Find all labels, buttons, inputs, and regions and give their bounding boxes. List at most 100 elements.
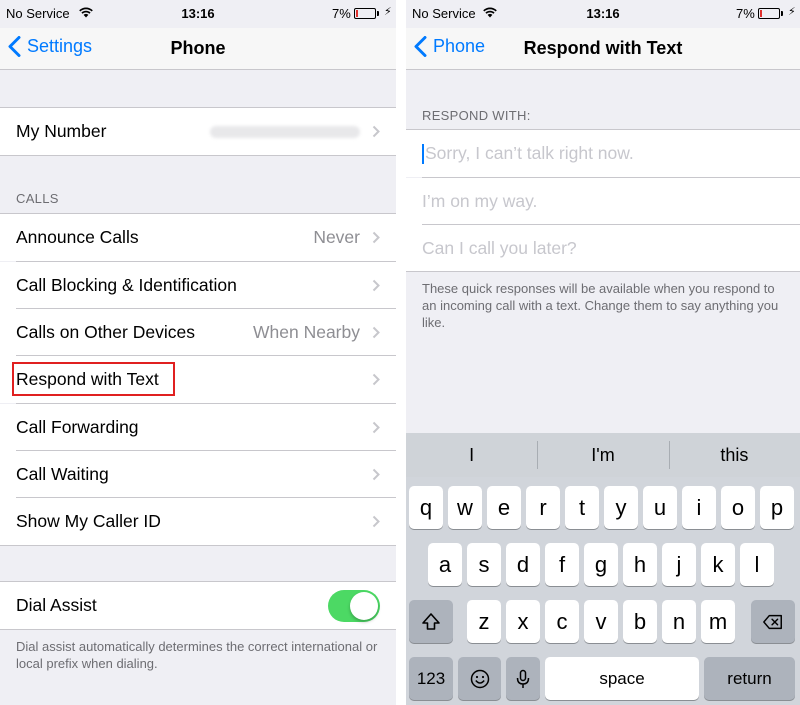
chevron-right-icon [372, 515, 380, 528]
space-key[interactable]: space [545, 657, 699, 700]
battery-icon [758, 8, 783, 19]
emoji-icon [470, 669, 489, 688]
delete-key[interactable] [751, 600, 795, 643]
response-text: Sorry, I can’t talk right now. [425, 143, 634, 163]
row-value: Never [313, 227, 360, 247]
navigation-bar: Settings Phone [0, 28, 396, 70]
battery-icon [354, 8, 379, 19]
my-number-row[interactable]: My Number [0, 108, 396, 155]
row-label: Announce Calls [16, 227, 139, 247]
key-c[interactable]: c [545, 600, 579, 643]
key-y[interactable]: y [604, 486, 638, 529]
key-f[interactable]: f [545, 543, 579, 586]
divider [0, 629, 396, 630]
key-p[interactable]: p [760, 486, 794, 529]
my-number-label: My Number [16, 121, 107, 141]
suggestion[interactable]: this [668, 433, 800, 477]
phone-respond-with-text-screen: No Service 13:16 7% ⚡ Phone Respond with… [406, 0, 800, 705]
key-h[interactable]: h [623, 543, 657, 586]
delete-icon [763, 614, 782, 629]
key-z[interactable]: z [467, 600, 501, 643]
suggestion[interactable]: I'm [537, 433, 668, 477]
status-bar: No Service 13:16 7% ⚡ [0, 0, 396, 28]
call-waiting-row[interactable]: Call Waiting [0, 451, 396, 498]
key-x[interactable]: x [506, 600, 540, 643]
key-m[interactable]: m [701, 600, 735, 643]
key-i[interactable]: i [682, 486, 716, 529]
calls-section-header: CALLS [16, 191, 59, 206]
responses-description: These quick responses will be available … [422, 281, 779, 330]
suggestion[interactable]: I [406, 433, 537, 477]
response-field-1[interactable]: Sorry, I can’t talk right now. [406, 130, 800, 177]
key-g[interactable]: g [584, 543, 618, 586]
respond-with-header: RESPOND WITH: [422, 108, 531, 123]
key-v[interactable]: v [584, 600, 618, 643]
divider [406, 271, 800, 272]
response-text: Can I call you later? [422, 238, 577, 258]
chevron-right-icon [372, 279, 380, 292]
key-d[interactable]: d [506, 543, 540, 586]
key-r[interactable]: r [526, 486, 560, 529]
row-label: Dial Assist [16, 595, 97, 615]
dial-assist-toggle[interactable] [328, 589, 380, 622]
dial-assist-row: Dial Assist [0, 582, 396, 629]
battery-percent: 7% [332, 6, 351, 21]
row-label: Call Waiting [16, 464, 109, 484]
battery-percent: 7% [736, 6, 755, 21]
key-n[interactable]: n [662, 600, 696, 643]
divider [0, 545, 396, 546]
status-bar: No Service 13:16 7% ⚡ [406, 0, 800, 28]
chevron-right-icon [372, 125, 380, 138]
key-l[interactable]: l [740, 543, 774, 586]
response-field-2[interactable]: I’m on my way. [406, 178, 800, 225]
key-t[interactable]: t [565, 486, 599, 529]
chevron-right-icon [372, 421, 380, 434]
chevron-right-icon [372, 326, 380, 339]
key-q[interactable]: q [409, 486, 443, 529]
predictive-bar: I I'm this [406, 433, 800, 477]
respond-with-text-row[interactable]: Respond with Text [0, 356, 396, 403]
shift-key[interactable] [409, 600, 453, 643]
chevron-right-icon [372, 468, 380, 481]
calls-on-other-devices-row[interactable]: Calls on Other Devices When Nearby [0, 309, 396, 356]
key-o[interactable]: o [721, 486, 755, 529]
show-caller-id-row[interactable]: Show My Caller ID [0, 498, 396, 545]
charging-bolt-icon: ⚡ [384, 6, 392, 18]
call-forwarding-row[interactable]: Call Forwarding [0, 404, 396, 451]
navigation-bar: Phone Respond with Text [406, 28, 800, 70]
divider [0, 155, 396, 156]
emoji-key[interactable] [458, 657, 501, 700]
redacted-phone-number [210, 125, 360, 138]
key-k[interactable]: k [701, 543, 735, 586]
key-w[interactable]: w [448, 486, 482, 529]
chevron-right-icon [372, 231, 380, 244]
chevron-right-icon [372, 373, 380, 386]
page-title: Phone [170, 38, 226, 58]
microphone-key[interactable] [506, 657, 540, 700]
microphone-icon [516, 669, 530, 688]
shift-icon [422, 612, 440, 630]
return-key[interactable]: return [704, 657, 795, 700]
key-b[interactable]: b [623, 600, 657, 643]
call-blocking-row[interactable]: Call Blocking & Identification [0, 262, 396, 309]
row-label: Show My Caller ID [16, 511, 161, 531]
row-label: Calls on Other Devices [16, 322, 195, 342]
page-title: Respond with Text [523, 38, 683, 58]
row-value: When Nearby [253, 322, 360, 342]
response-field-3[interactable]: Can I call you later? [406, 225, 800, 272]
keyboard: I I'm this q w e r t y u i o p a s d f g… [406, 433, 800, 705]
numbers-key[interactable]: 123 [409, 657, 453, 700]
row-label: Call Forwarding [16, 417, 139, 437]
text-cursor [422, 143, 424, 164]
row-label: Respond with Text [16, 369, 159, 389]
key-e[interactable]: e [487, 486, 521, 529]
response-text: I’m on my way. [422, 191, 538, 211]
key-j[interactable]: j [662, 543, 696, 586]
key-s[interactable]: s [467, 543, 501, 586]
key-a[interactable]: a [428, 543, 462, 586]
phone-settings-screen: No Service 13:16 7% ⚡ Settings Phone My … [0, 0, 396, 705]
dial-assist-description: Dial assist automatically determines the… [16, 639, 378, 671]
row-label: Call Blocking & Identification [16, 275, 237, 295]
key-u[interactable]: u [643, 486, 677, 529]
announce-calls-row[interactable]: Announce Calls Never [0, 214, 396, 261]
